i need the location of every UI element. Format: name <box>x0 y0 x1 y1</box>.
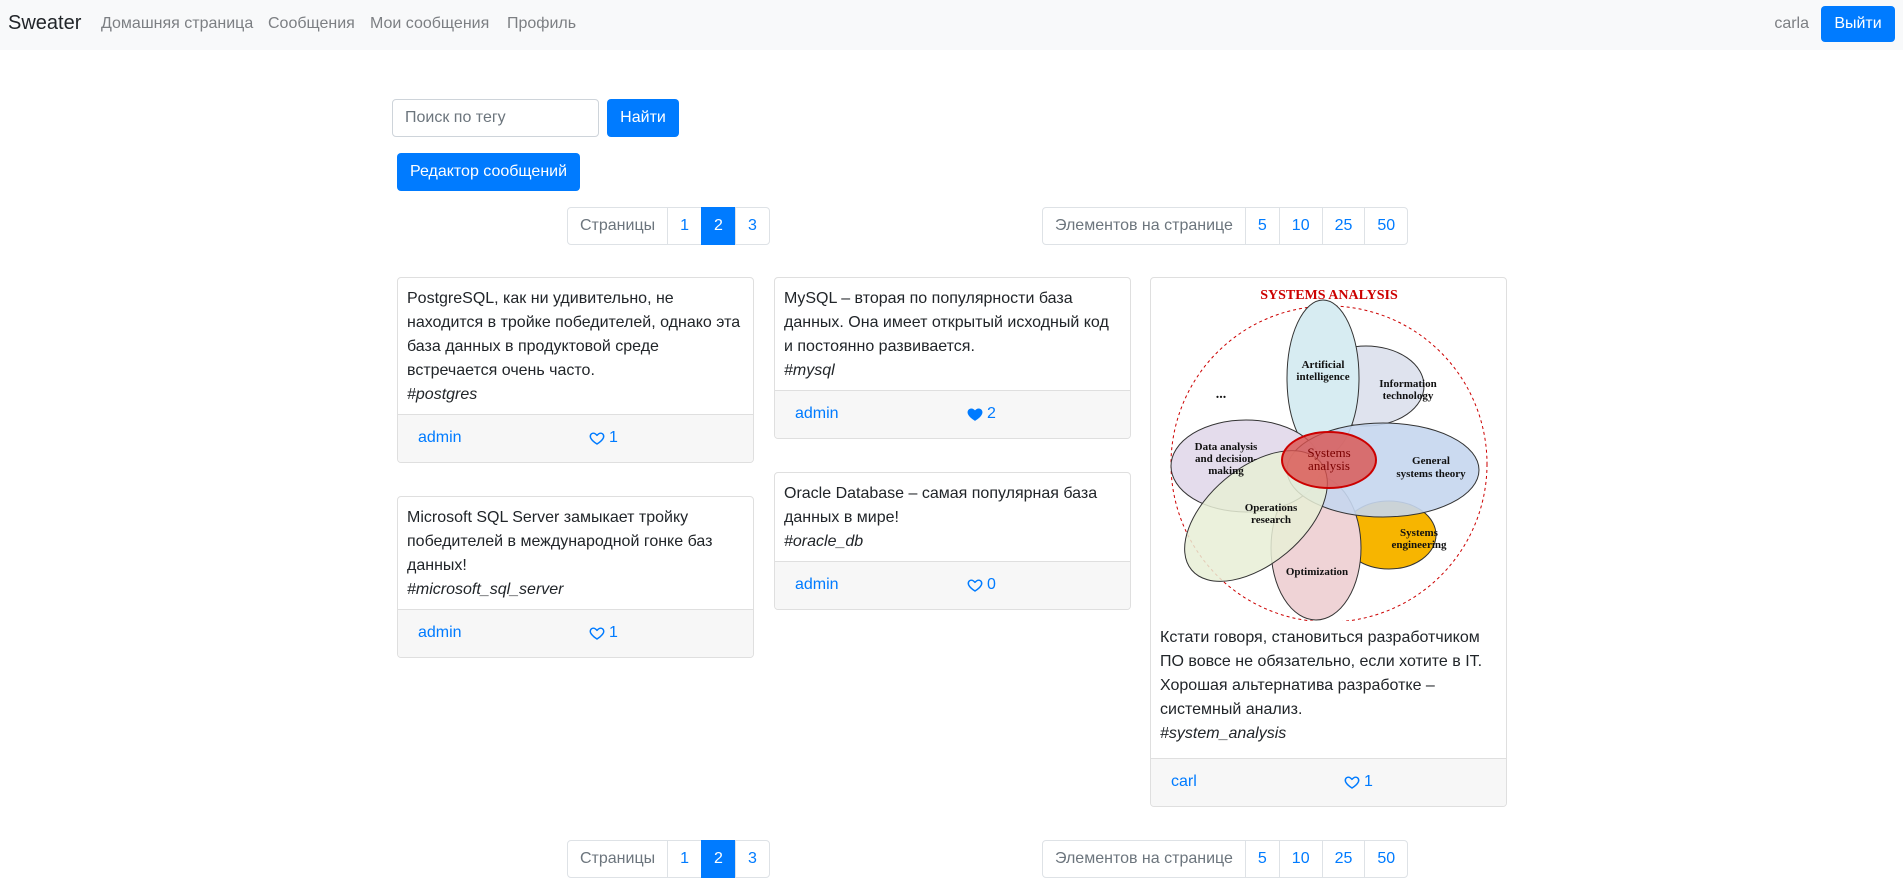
like-count: 1 <box>609 429 618 446</box>
size-link-10[interactable]: 10 <box>1278 207 1323 245</box>
label-it-2: technology <box>1383 390 1434 402</box>
label-optimization: Optimization <box>1286 566 1348 578</box>
systems-analysis-diagram-image: SYSTEMS ANALYSIS Artificial intelligence… <box>1170 288 1488 621</box>
heart-outline-icon <box>967 579 983 592</box>
label-gst-2: systems theory <box>1396 468 1466 480</box>
like-button[interactable]: 1 <box>589 624 618 642</box>
author-link[interactable]: admin <box>795 405 839 423</box>
page-link-2[interactable]: 2 <box>701 207 736 245</box>
message-text: PostgreSQL, как ни удивительно, не наход… <box>407 290 741 379</box>
size-label: Элементов на странице <box>1042 840 1246 878</box>
message-footer: carl 1 <box>1151 758 1506 806</box>
page-link-1[interactable]: 1 <box>667 207 703 245</box>
size-link-10[interactable]: 10 <box>1278 840 1323 878</box>
current-user[interactable]: carla <box>1774 15 1809 33</box>
nav-link-my-messages[interactable]: Мои сообщения <box>370 15 489 33</box>
label-or-2: research <box>1251 514 1291 526</box>
page-pagination-bottom: Страницы 1 2 3 <box>567 840 770 878</box>
label-center-2: analysis <box>1308 458 1350 473</box>
message-tag[interactable]: #mysql <box>784 359 1121 383</box>
size-link-50[interactable]: 50 <box>1364 840 1409 878</box>
author-link[interactable]: carl <box>1171 773 1197 791</box>
label-ai-1: Artificial <box>1302 359 1345 371</box>
label-se-1: Systems <box>1400 527 1439 539</box>
nav-link-profile[interactable]: Профиль <box>507 15 576 33</box>
message-footer: admin 2 <box>775 390 1130 438</box>
author-link[interactable]: admin <box>418 429 462 447</box>
message-card-with-image: SYSTEMS ANALYSIS Artificial intelligence… <box>1150 277 1507 807</box>
label-or-1: Operations <box>1245 502 1298 514</box>
message-text: Microsoft SQL Server замыкает тройку поб… <box>407 509 713 574</box>
size-link-25[interactable]: 25 <box>1321 840 1366 878</box>
tag-search-input[interactable]: Поиск по тегу <box>392 99 599 137</box>
like-button[interactable]: 0 <box>967 576 996 594</box>
size-link-5[interactable]: 5 <box>1244 207 1280 245</box>
message-card: Oracle Database – самая популярная база … <box>774 472 1131 610</box>
message-footer: admin 1 <box>398 414 753 462</box>
message-tag[interactable]: #oracle_db <box>784 530 1121 554</box>
label-gst-1: General <box>1412 455 1450 467</box>
message-tag[interactable]: #microsoft_sql_server <box>407 578 744 602</box>
size-link-25[interactable]: 25 <box>1321 207 1366 245</box>
message-card: Microsoft SQL Server замыкает тройку поб… <box>397 496 754 658</box>
pages-label: Страницы <box>567 207 669 245</box>
size-pagination-top: Элементов на странице 5 10 25 50 <box>1042 207 1409 245</box>
label-more: ... <box>1216 387 1227 402</box>
like-button[interactable]: 2 <box>967 405 996 423</box>
page-pagination-top: Страницы 1 2 3 <box>567 207 770 245</box>
like-count: 1 <box>609 624 618 641</box>
size-link-50[interactable]: 50 <box>1364 207 1409 245</box>
author-link[interactable]: admin <box>418 624 462 642</box>
message-footer: admin 1 <box>398 609 753 657</box>
like-button[interactable]: 1 <box>589 429 618 447</box>
navbar: Sweater Домашняя страница Сообщения Мои … <box>0 0 1903 50</box>
message-card: PostgreSQL, как ни удивительно, не наход… <box>397 277 754 463</box>
label-da-1: Data analysis <box>1195 441 1258 453</box>
size-label: Элементов на странице <box>1042 207 1246 245</box>
label-da-2: and decision- <box>1195 453 1257 465</box>
like-count: 0 <box>987 576 996 593</box>
author-link[interactable]: admin <box>795 576 839 594</box>
label-se-2: engineering <box>1392 539 1447 551</box>
message-footer: admin 0 <box>775 561 1130 609</box>
page-link-1[interactable]: 1 <box>667 840 703 878</box>
label-da-3: making <box>1208 465 1244 477</box>
logout-button[interactable]: Выйти <box>1821 6 1895 42</box>
message-text: MySQL – вторая по популярности база данн… <box>784 290 1109 355</box>
page-link-3[interactable]: 3 <box>734 207 770 245</box>
like-button[interactable]: 1 <box>1344 773 1373 791</box>
heart-outline-icon <box>1344 776 1360 789</box>
search-button[interactable]: Найти <box>607 99 679 137</box>
pages-label: Страницы <box>567 840 669 878</box>
page-link-2[interactable]: 2 <box>701 840 736 878</box>
label-ai-2: intelligence <box>1296 371 1349 383</box>
message-text: Кстати говоря, становиться разработчиком… <box>1160 629 1483 718</box>
message-text: Oracle Database – самая популярная база … <box>784 485 1098 526</box>
like-count: 2 <box>987 405 996 422</box>
heart-outline-icon <box>589 627 605 640</box>
nav-link-home[interactable]: Домашняя страница <box>101 15 253 33</box>
label-it-1: Information <box>1379 378 1436 390</box>
brand-link[interactable]: Sweater <box>8 12 81 35</box>
size-link-5[interactable]: 5 <box>1244 840 1280 878</box>
heart-filled-icon <box>967 408 983 421</box>
message-editor-button[interactable]: Редактор сообщений <box>397 153 580 191</box>
page-link-3[interactable]: 3 <box>734 840 770 878</box>
like-count: 1 <box>1364 773 1373 790</box>
size-pagination-bottom: Элементов на странице 5 10 25 50 <box>1042 840 1409 878</box>
message-tag[interactable]: #postgres <box>407 383 744 407</box>
heart-outline-icon <box>589 432 605 445</box>
nav-link-messages[interactable]: Сообщения <box>268 15 355 33</box>
message-card: MySQL – вторая по популярности база данн… <box>774 277 1131 439</box>
message-tag[interactable]: #system_analysis <box>1160 722 1497 746</box>
